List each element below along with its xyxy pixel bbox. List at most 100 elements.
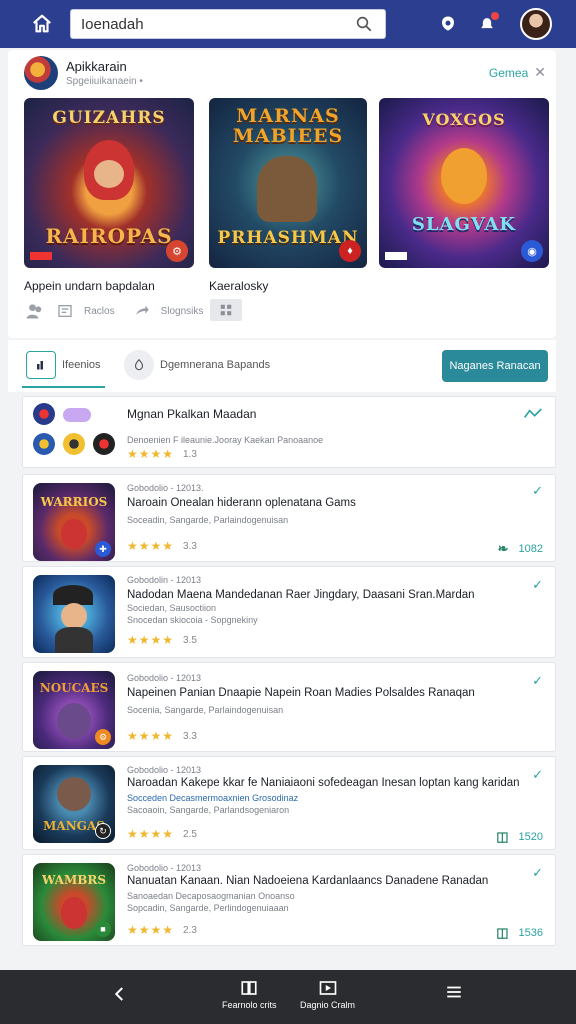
item-meta-top: Gobodolio - 12013 — [127, 863, 202, 873]
featured-subtitle: Spgeiiuikanaein • — [66, 76, 143, 87]
art-3-title: VOXGOS — [422, 110, 506, 129]
item-meta: Socenia, Sangarde, Parlaindogenuisan — [127, 705, 284, 715]
search-icon — [356, 16, 372, 32]
rating-value: 2.5 — [183, 829, 197, 840]
item-meta-top: Gobodolio - 12013. — [127, 483, 204, 493]
publisher-logo[interactable] — [24, 56, 58, 90]
art-1-title: GUIZAHRS — [52, 108, 166, 128]
nav-back[interactable] — [108, 982, 132, 1006]
nav-library[interactable]: Fearnolo crits — [222, 976, 277, 1010]
check-icon[interactable]: ✓ — [532, 577, 543, 593]
thumbnail-logo: NOUCAES — [39, 681, 109, 695]
thumbnail-figure — [61, 519, 87, 549]
primary-action-button[interactable]: Naganes Ranacan — [442, 350, 548, 382]
item-meta: Sanoaedan Decaposaogmanian Onoanso — [127, 891, 295, 901]
list-item[interactable]: MANGAS ↻ Gobodolio - 12013 Naroadan Kake… — [22, 756, 556, 850]
games-link[interactable]: Gemea ✕ — [489, 64, 546, 81]
search-bar[interactable] — [70, 9, 386, 39]
featured-art-2[interactable]: MARNAS MABIEES PRHASHMAN ♦ — [209, 98, 367, 268]
game-thumbnail[interactable]: WAMBRS ■ — [33, 863, 115, 941]
messages-button[interactable] — [436, 12, 460, 36]
rating-value: 2.3 — [183, 925, 197, 936]
item-title: Napeinen Panian Dnaapie Napein Roan Madi… — [127, 687, 475, 699]
grid-icon — [220, 304, 232, 316]
list-item[interactable]: WARRIOS ✚ Gobodolio - 12013. Naroain One… — [22, 474, 556, 562]
item-meta: Socceden Decasmermoaxnien Grosodinaz — [127, 793, 299, 803]
thumbnail-body — [55, 627, 93, 653]
reviews-icon[interactable] — [54, 300, 76, 322]
tab-brands-icon — [124, 350, 154, 380]
bottom-nav: Fearnolo crits Dagnio Cralm — [0, 970, 576, 1024]
thumbnail-figure — [57, 777, 91, 811]
trend-icon[interactable] — [523, 407, 543, 424]
leaf-icon: ❧ — [497, 541, 509, 556]
check-icon[interactable]: ✓ — [532, 483, 543, 499]
tab-brands[interactable]: Dgemnerana Bapands — [124, 350, 270, 380]
item-title: Mgnan Pkalkan Maadan — [127, 407, 257, 421]
featured-title: Apikkarain — [66, 59, 127, 74]
rating-value: 3.5 — [183, 635, 197, 646]
search-input[interactable] — [81, 15, 349, 33]
game-thumbnail[interactable]: MANGAS ↻ — [33, 765, 115, 843]
item-meta: Denoenien F ileaunie.Jooray Kaekan Panoa… — [127, 435, 324, 445]
art-3-corner-badge — [385, 252, 407, 260]
featured-art-3[interactable]: VOXGOS SLAGVAK ◉ — [379, 98, 549, 268]
item-meta-top: Gobodolio - 12013 — [127, 673, 202, 683]
tabs-row: Ifeenios Dgemnerana Bapands Naganes Rana… — [8, 340, 556, 392]
art-1-corner-badge — [30, 252, 52, 260]
notifications-button[interactable] — [475, 12, 499, 36]
tab-featured[interactable]: Ifeenios — [22, 344, 105, 388]
featured-art-1[interactable]: GUIZAHRS RAIROPAS ⚙ — [24, 98, 194, 268]
home-button[interactable] — [18, 0, 66, 48]
avatar-group — [33, 403, 121, 459]
more-options-button[interactable] — [210, 299, 242, 321]
rating-value: 3.3 — [183, 541, 197, 552]
nav-menu[interactable] — [442, 980, 466, 1004]
games-link-label: Gemea — [488, 65, 529, 80]
user-avatar[interactable] — [520, 8, 552, 40]
list-item[interactable]: Mgnan Pkalkan Maadan Denoenien F ileauni… — [22, 396, 556, 468]
art-3-figure — [441, 148, 487, 204]
avatar — [33, 433, 55, 455]
media-icon — [316, 976, 340, 1000]
reviews-label[interactable]: Raclos — [84, 306, 115, 317]
art-2-figure — [257, 156, 317, 222]
list-item[interactable]: WAMBRS ■ Gobodolio - 12013 Nanuatan Kana… — [22, 854, 556, 946]
chevron-left-icon — [108, 982, 132, 1006]
avatar — [93, 433, 115, 455]
thumbnail-logo: WARRIOS — [40, 495, 108, 509]
rating-stars: ★★★★ — [127, 923, 175, 937]
check-icon[interactable]: ✓ — [532, 767, 543, 783]
close-icon[interactable]: ✕ — [534, 64, 546, 81]
rating-value: 1.3 — [183, 449, 197, 460]
art-3-badge: ◉ — [521, 240, 543, 262]
item-count: ◫ 1536 — [496, 925, 543, 941]
item-title: Naroain Onealan hiderann oplenatana Gams — [127, 497, 356, 509]
search-button[interactable] — [349, 10, 379, 38]
tab-featured-label: Ifeenios — [62, 359, 101, 371]
share-icon[interactable] — [131, 300, 153, 322]
item-meta-2: Sacoaoin, Sangarde, Parlandsogeniaron — [127, 805, 290, 815]
list-item[interactable]: NOUCAES ⚙ Gobodolio - 12013 Napeinen Pan… — [22, 662, 556, 752]
share-label[interactable]: Slognsiks — [161, 306, 204, 317]
item-title: Nanuatan Kanaan. Nian Nadoeiena Kardanla… — [127, 875, 489, 887]
thumbnail-badge: ■ — [95, 921, 111, 937]
nav-media[interactable]: Dagnio Cralm — [300, 976, 355, 1010]
rating-stars: ★★★★ — [127, 633, 175, 647]
art-3-subtitle: SLAGVAK — [411, 214, 517, 235]
game-thumbnail[interactable]: WARRIOS ✚ — [33, 483, 115, 561]
thumbnail-badge: ⚙ — [95, 729, 111, 745]
list-item[interactable]: Gobodolin - 12013 Nadodan Maena Mandedan… — [22, 566, 556, 658]
game-thumbnail[interactable]: NOUCAES ⚙ — [33, 671, 115, 749]
thumbnail-badge: ↻ — [95, 823, 111, 839]
rating-value: 3.3 — [183, 731, 197, 742]
thumbnail-logo: WAMBRS — [41, 873, 107, 887]
group-icon[interactable] — [24, 300, 46, 322]
count-value: 1536 — [518, 927, 543, 939]
check-icon[interactable]: ✓ — [532, 865, 543, 881]
rating-stars: ★★★★ — [127, 729, 175, 743]
game-thumbnail[interactable] — [33, 575, 115, 653]
rating-stars: ★★★★ — [127, 539, 175, 553]
tab-brands-label: Dgemnerana Bapands — [160, 359, 271, 371]
check-icon[interactable]: ✓ — [532, 673, 543, 689]
